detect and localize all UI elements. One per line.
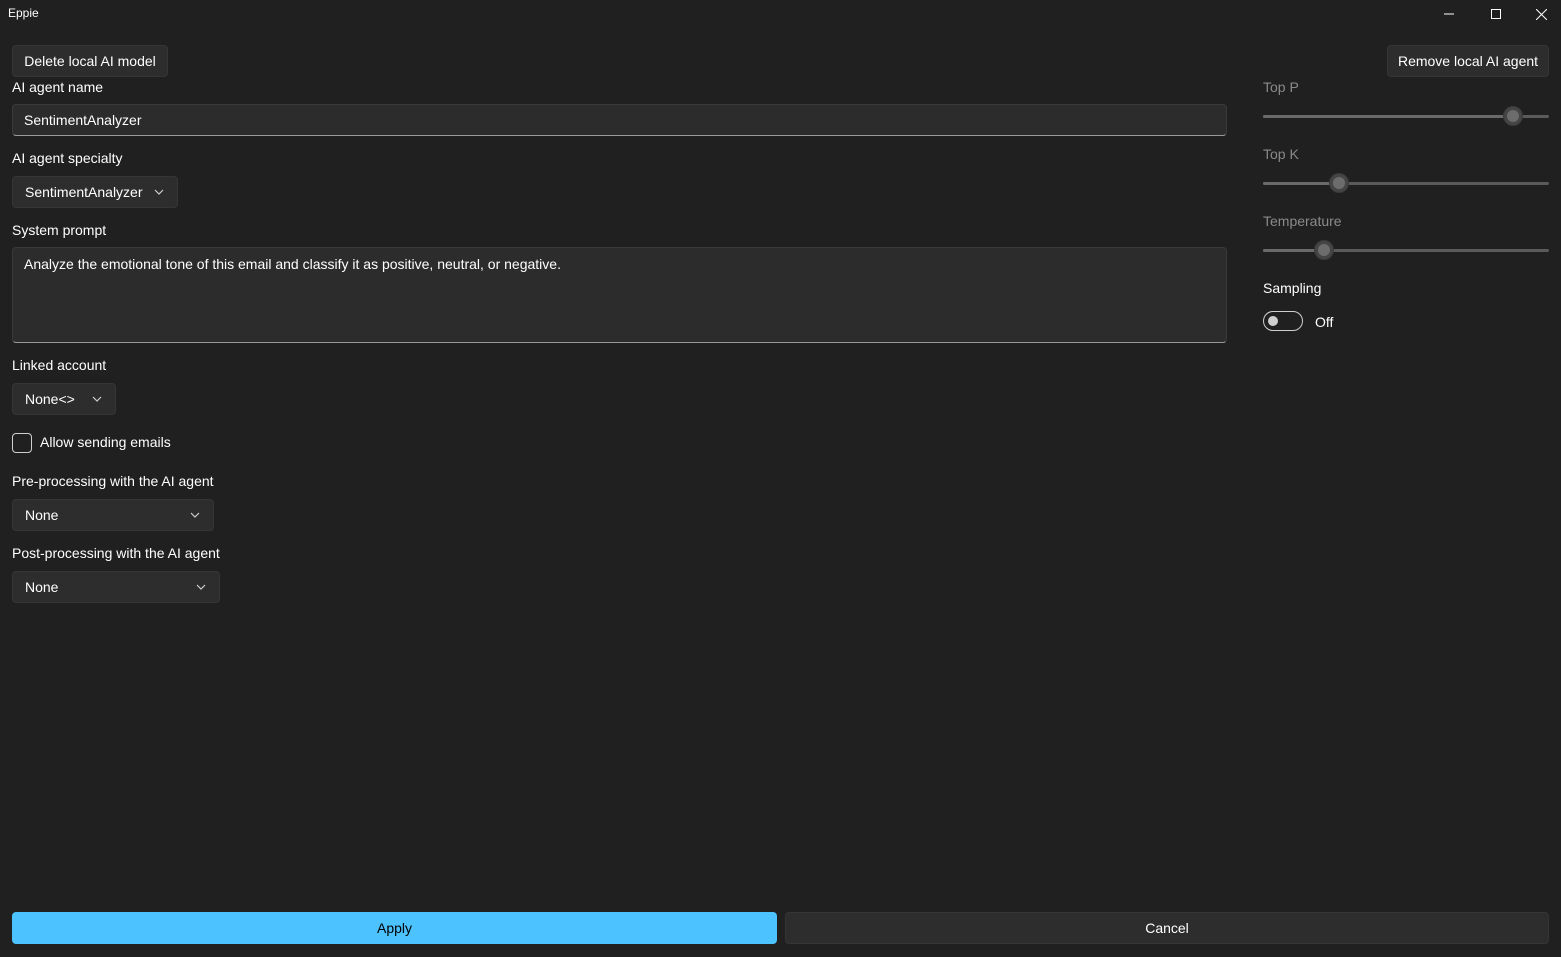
postprocessing-value: None: [25, 579, 59, 595]
agent-name-input[interactable]: SentimentAnalyzer: [12, 104, 1227, 136]
delete-local-model-button[interactable]: Delete local AI model: [12, 45, 168, 77]
chevron-down-icon: [190, 512, 200, 518]
linked-account-label: Linked account: [12, 357, 107, 373]
temperature-label: Temperature: [1263, 213, 1342, 229]
maximize-icon: [1491, 9, 1501, 19]
top-k-thumb[interactable]: [1328, 173, 1349, 193]
top-p-label: Top P: [1263, 79, 1299, 95]
top-p-fill: [1263, 115, 1514, 118]
preprocessing-dropdown[interactable]: None: [12, 499, 214, 531]
agent-specialty-dropdown[interactable]: SentimentAnalyzer: [12, 176, 178, 208]
chevron-down-icon: [92, 396, 102, 402]
minimize-button[interactable]: [1426, 0, 1472, 28]
allow-sending-checkbox[interactable]: [12, 433, 32, 453]
allow-sending-label: Allow sending emails: [40, 434, 171, 450]
postprocessing-label: Post-processing with the AI agent: [12, 545, 220, 561]
minimize-icon: [1444, 13, 1454, 15]
temperature-slider[interactable]: [1263, 240, 1549, 260]
cancel-button[interactable]: Cancel: [785, 912, 1549, 944]
preprocessing-value: None: [25, 507, 59, 523]
preprocessing-label: Pre-processing with the AI agent: [12, 473, 214, 489]
system-prompt-label: System prompt: [12, 222, 107, 238]
top-k-label: Top K: [1263, 146, 1299, 162]
system-prompt-textarea[interactable]: Analyze the emotional tone of this email…: [12, 247, 1227, 343]
top-p-thumb[interactable]: [1503, 106, 1524, 126]
close-icon: [1535, 8, 1547, 20]
sampling-label: Sampling: [1263, 280, 1322, 296]
system-prompt-value: Analyze the emotional tone of this email…: [24, 256, 561, 272]
top-k-fill: [1263, 182, 1339, 185]
agent-name-value: SentimentAnalyzer: [24, 112, 142, 128]
sampling-toggle-knob: [1268, 316, 1278, 326]
close-button[interactable]: [1518, 0, 1561, 28]
cancel-label: Cancel: [1145, 920, 1189, 936]
agent-name-label: AI agent name: [12, 79, 104, 95]
remove-local-agent-label: Remove local AI agent: [1397, 53, 1539, 69]
title-bar: Eppie: [0, 0, 1561, 28]
temperature-thumb[interactable]: [1314, 240, 1335, 260]
maximize-button[interactable]: [1473, 0, 1519, 28]
top-k-slider[interactable]: [1263, 173, 1549, 193]
sampling-state: Off: [1315, 314, 1334, 330]
apply-label: Apply: [376, 920, 413, 936]
linked-account-dropdown[interactable]: None<>: [12, 383, 116, 415]
apply-button[interactable]: Apply: [12, 912, 777, 944]
linked-account-value: None<>: [25, 391, 75, 407]
remove-local-agent-button[interactable]: Remove local AI agent: [1387, 45, 1549, 77]
agent-specialty-label: AI agent specialty: [12, 150, 123, 166]
window-title: Eppie: [8, 6, 39, 20]
chevron-down-icon: [196, 584, 206, 590]
delete-local-model-label: Delete local AI model: [24, 53, 156, 69]
top-p-slider[interactable]: [1263, 106, 1549, 126]
chevron-down-icon: [154, 189, 164, 195]
agent-specialty-value: SentimentAnalyzer: [25, 184, 143, 200]
postprocessing-dropdown[interactable]: None: [12, 571, 220, 603]
sampling-toggle[interactable]: [1263, 311, 1303, 331]
